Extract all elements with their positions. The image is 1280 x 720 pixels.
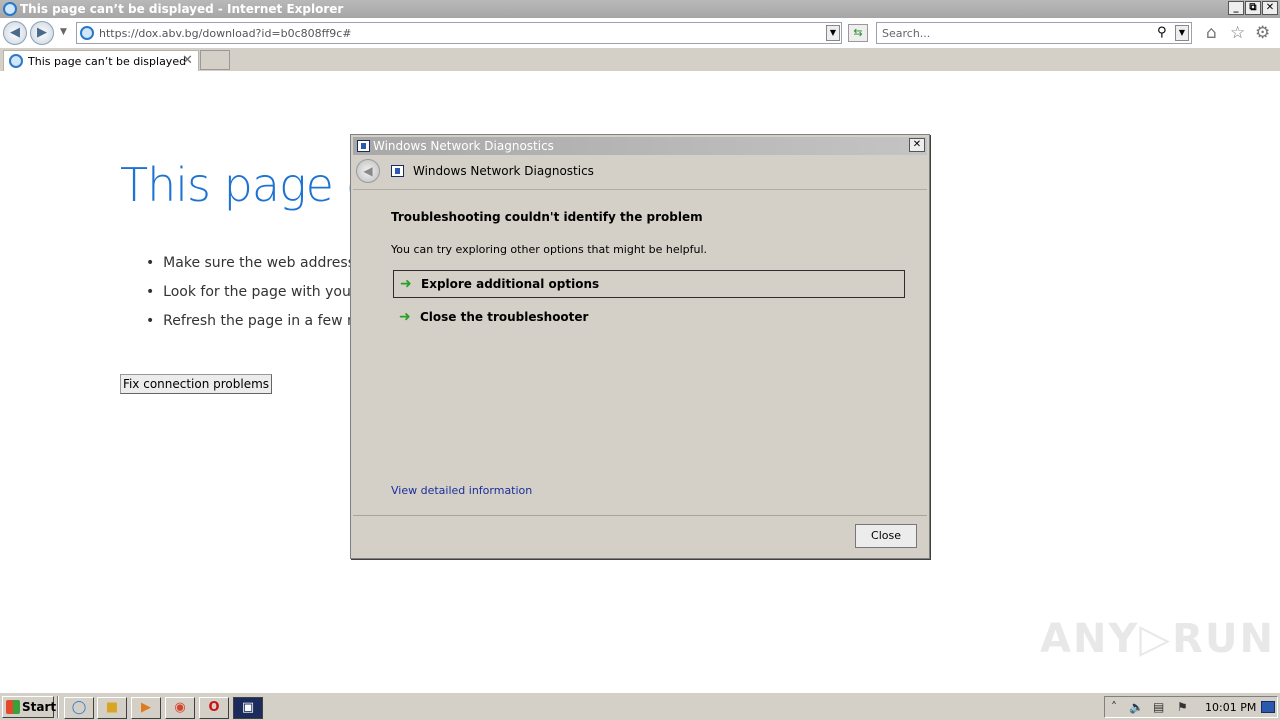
tab-row: This page can’t be displayed ✕ bbox=[0, 48, 1280, 71]
search-input[interactable]: Search... bbox=[882, 27, 930, 40]
gear-icon[interactable]: ⚙ bbox=[1255, 25, 1270, 42]
volume-icon[interactable]: 🔈 bbox=[1129, 700, 1144, 714]
network-diagnostics-dialog: Windows Network Diagnostics ✕ ◀ Windows … bbox=[350, 134, 930, 559]
address-url[interactable]: https://dox.abv.bg/download?id=b0c808ff9… bbox=[99, 27, 352, 40]
taskbar-explorer-button[interactable]: ■ bbox=[97, 697, 127, 719]
bullet-item: • Make sure the web address h bbox=[146, 255, 369, 271]
window-titlebar[interactable]: This page can’t be displayed - Internet … bbox=[0, 0, 1280, 18]
network-icon[interactable]: ▤ bbox=[1153, 700, 1164, 714]
dialog-heading: Troubleshooting couldn't identify the pr… bbox=[391, 210, 703, 224]
green-arrow-icon: ➜ bbox=[399, 309, 411, 325]
dialog-titlebar[interactable]: Windows Network Diagnostics bbox=[353, 137, 927, 155]
taskbar-opera-button[interactable]: O bbox=[199, 697, 229, 719]
dialog-close-button[interactable]: Close bbox=[855, 524, 917, 548]
taskbar-media-button[interactable]: ▶ bbox=[131, 697, 161, 719]
dialog-body: Troubleshooting couldn't identify the pr… bbox=[353, 189, 927, 516]
dialog-back-button[interactable]: ◀ bbox=[356, 159, 380, 183]
tab-ie-icon bbox=[9, 54, 23, 68]
tab-label: This page can’t be displayed bbox=[28, 55, 187, 68]
show-hidden-icons-icon[interactable]: ˄ bbox=[1111, 700, 1117, 714]
bullet-text: Look for the page with your bbox=[163, 284, 357, 300]
dialog-header: Windows Network Diagnostics bbox=[413, 164, 594, 178]
opera-icon: O bbox=[208, 700, 220, 715]
folder-icon: ■ bbox=[105, 700, 119, 715]
tab-close-icon[interactable]: ✕ bbox=[182, 53, 193, 68]
green-arrow-icon: ➜ bbox=[400, 276, 412, 292]
page-title: This page c bbox=[120, 158, 372, 212]
header-network-icon bbox=[391, 165, 404, 177]
taskbar: Start ◯ ■ ▶ ◉ O ▣ ˄ 🔈 ▤ ⚑ 10:01 PM bbox=[0, 692, 1280, 720]
media-player-icon: ▶ bbox=[141, 700, 151, 715]
start-label: Start bbox=[22, 700, 57, 714]
clock[interactable]: 10:01 PM bbox=[1205, 701, 1256, 714]
navigation-toolbar: ◀ ▶ ▼ https://dox.abv.bg/download?id=b0c… bbox=[0, 18, 1280, 48]
restore-button[interactable]: ⧉ bbox=[1245, 1, 1261, 15]
explore-options-command[interactable]: ➜ Explore additional options bbox=[393, 270, 905, 298]
back-button[interactable]: ◀ bbox=[3, 21, 27, 45]
network-diagnostics-icon bbox=[357, 140, 370, 152]
new-tab-button[interactable] bbox=[200, 50, 230, 70]
dialog-title: Windows Network Diagnostics bbox=[373, 139, 554, 153]
bullet-text: Refresh the page in a few mi bbox=[163, 313, 365, 329]
search-box[interactable]: Search... ⚲ ▼ bbox=[876, 22, 1192, 44]
dialog-close-icon[interactable]: ✕ bbox=[909, 138, 925, 152]
back-arrow-icon: ◀ bbox=[363, 164, 373, 178]
search-icon[interactable]: ⚲ bbox=[1157, 25, 1167, 40]
anyrun-watermark: ANY▷RUN bbox=[1040, 616, 1275, 662]
command-label: Explore additional options bbox=[421, 277, 600, 291]
show-desktop-icon[interactable] bbox=[1261, 701, 1275, 713]
chrome-icon: ◉ bbox=[174, 700, 186, 715]
bullet-item: • Look for the page with your bbox=[146, 284, 357, 300]
action-center-flag-icon[interactable]: ⚑ bbox=[1177, 700, 1188, 714]
home-icon[interactable]: ⌂ bbox=[1206, 25, 1217, 42]
forward-icon: ▶ bbox=[37, 25, 47, 40]
address-dropdown-icon[interactable]: ▼ bbox=[826, 25, 840, 41]
taskbar-chrome-button[interactable]: ◉ bbox=[165, 697, 195, 719]
favorites-icon[interactable]: ☆ bbox=[1230, 25, 1245, 42]
close-troubleshooter-command[interactable]: ➜ Close the troubleshooter bbox=[393, 304, 905, 332]
internet-explorer-icon: ◯ bbox=[71, 700, 87, 715]
address-bar[interactable]: https://dox.abv.bg/download?id=b0c808ff9… bbox=[76, 22, 842, 44]
fix-connection-button[interactable]: Fix connection problems bbox=[120, 374, 272, 394]
window-title: This page can’t be displayed - Internet … bbox=[20, 2, 344, 16]
taskbar-divider bbox=[57, 696, 59, 718]
taskbar-ie-button[interactable]: ◯ bbox=[64, 697, 94, 719]
bullet-item: • Refresh the page in a few mi bbox=[146, 313, 365, 329]
forward-button[interactable]: ▶ bbox=[30, 21, 54, 45]
tab-current-page[interactable]: This page can’t be displayed ✕ bbox=[3, 50, 199, 71]
page-ie-icon bbox=[80, 26, 94, 40]
bullet-text: Make sure the web address h bbox=[163, 255, 369, 271]
refresh-icon: ⇆ bbox=[853, 26, 863, 39]
dialog-description: You can try exploring other options that… bbox=[391, 243, 708, 256]
minimize-button[interactable]: _ bbox=[1228, 1, 1244, 15]
windows-logo-icon bbox=[6, 700, 20, 714]
command-label: Close the troubleshooter bbox=[420, 310, 589, 324]
refresh-button[interactable]: ⇆ bbox=[848, 24, 868, 42]
system-tray: ˄ 🔈 ▤ ⚑ 10:01 PM bbox=[1104, 696, 1278, 718]
start-button[interactable]: Start bbox=[2, 696, 57, 718]
search-dropdown-icon[interactable]: ▼ bbox=[1175, 25, 1189, 41]
taskbar-diagnostics-button[interactable]: ▣ bbox=[233, 697, 263, 719]
view-details-link[interactable]: View detailed information bbox=[391, 484, 532, 497]
ie-logo-icon bbox=[3, 2, 17, 16]
network-diagnostics-icon: ▣ bbox=[241, 700, 255, 715]
back-icon: ◀ bbox=[10, 25, 20, 40]
recent-pages-chevron-icon[interactable]: ▼ bbox=[60, 27, 67, 37]
close-window-button[interactable]: ✕ bbox=[1262, 1, 1278, 15]
